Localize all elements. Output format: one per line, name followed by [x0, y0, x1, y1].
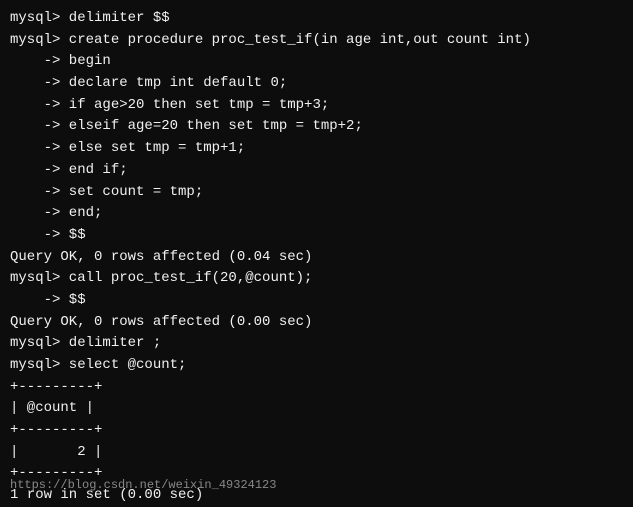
terminal-window: mysql> delimiter $$mysql> create procedu… — [0, 0, 633, 500]
terminal-line: +---------+ — [10, 420, 623, 442]
watermark: https://blog.csdn.net/weixin_49324123 — [10, 478, 276, 492]
terminal-line: +---------+ — [10, 377, 623, 399]
terminal-line: -> elseif age=20 then set tmp = tmp+2; — [10, 116, 623, 138]
terminal-line: -> else set tmp = tmp+1; — [10, 138, 623, 160]
terminal-line: | @count | — [10, 398, 623, 420]
terminal-line: mysql> delimiter $$ — [10, 8, 623, 30]
terminal-line: Query OK, 0 rows affected (0.00 sec) — [10, 312, 623, 334]
terminal-line: -> end; — [10, 203, 623, 225]
terminal-line: | 2 | — [10, 442, 623, 464]
terminal-line: -> if age>20 then set tmp = tmp+3; — [10, 95, 623, 117]
terminal-line: mysql> select @count; — [10, 355, 623, 377]
terminal-line: -> end if; — [10, 160, 623, 182]
terminal-line: -> set count = tmp; — [10, 182, 623, 204]
terminal-line: Query OK, 0 rows affected (0.04 sec) — [10, 247, 623, 269]
terminal-line: mysql> create procedure proc_test_if(in … — [10, 30, 623, 52]
terminal-line: -> declare tmp int default 0; — [10, 73, 623, 95]
terminal-line: -> $$ — [10, 290, 623, 312]
terminal-line: -> $$ — [10, 225, 623, 247]
terminal-line: mysql> call proc_test_if(20,@count); — [10, 268, 623, 290]
terminal-output: mysql> delimiter $$mysql> create procedu… — [10, 8, 623, 507]
terminal-line: -> begin — [10, 51, 623, 73]
bottom-bar: https://blog.csdn.net/weixin_49324123 — [0, 478, 633, 492]
terminal-line: mysql> delimiter ; — [10, 333, 623, 355]
